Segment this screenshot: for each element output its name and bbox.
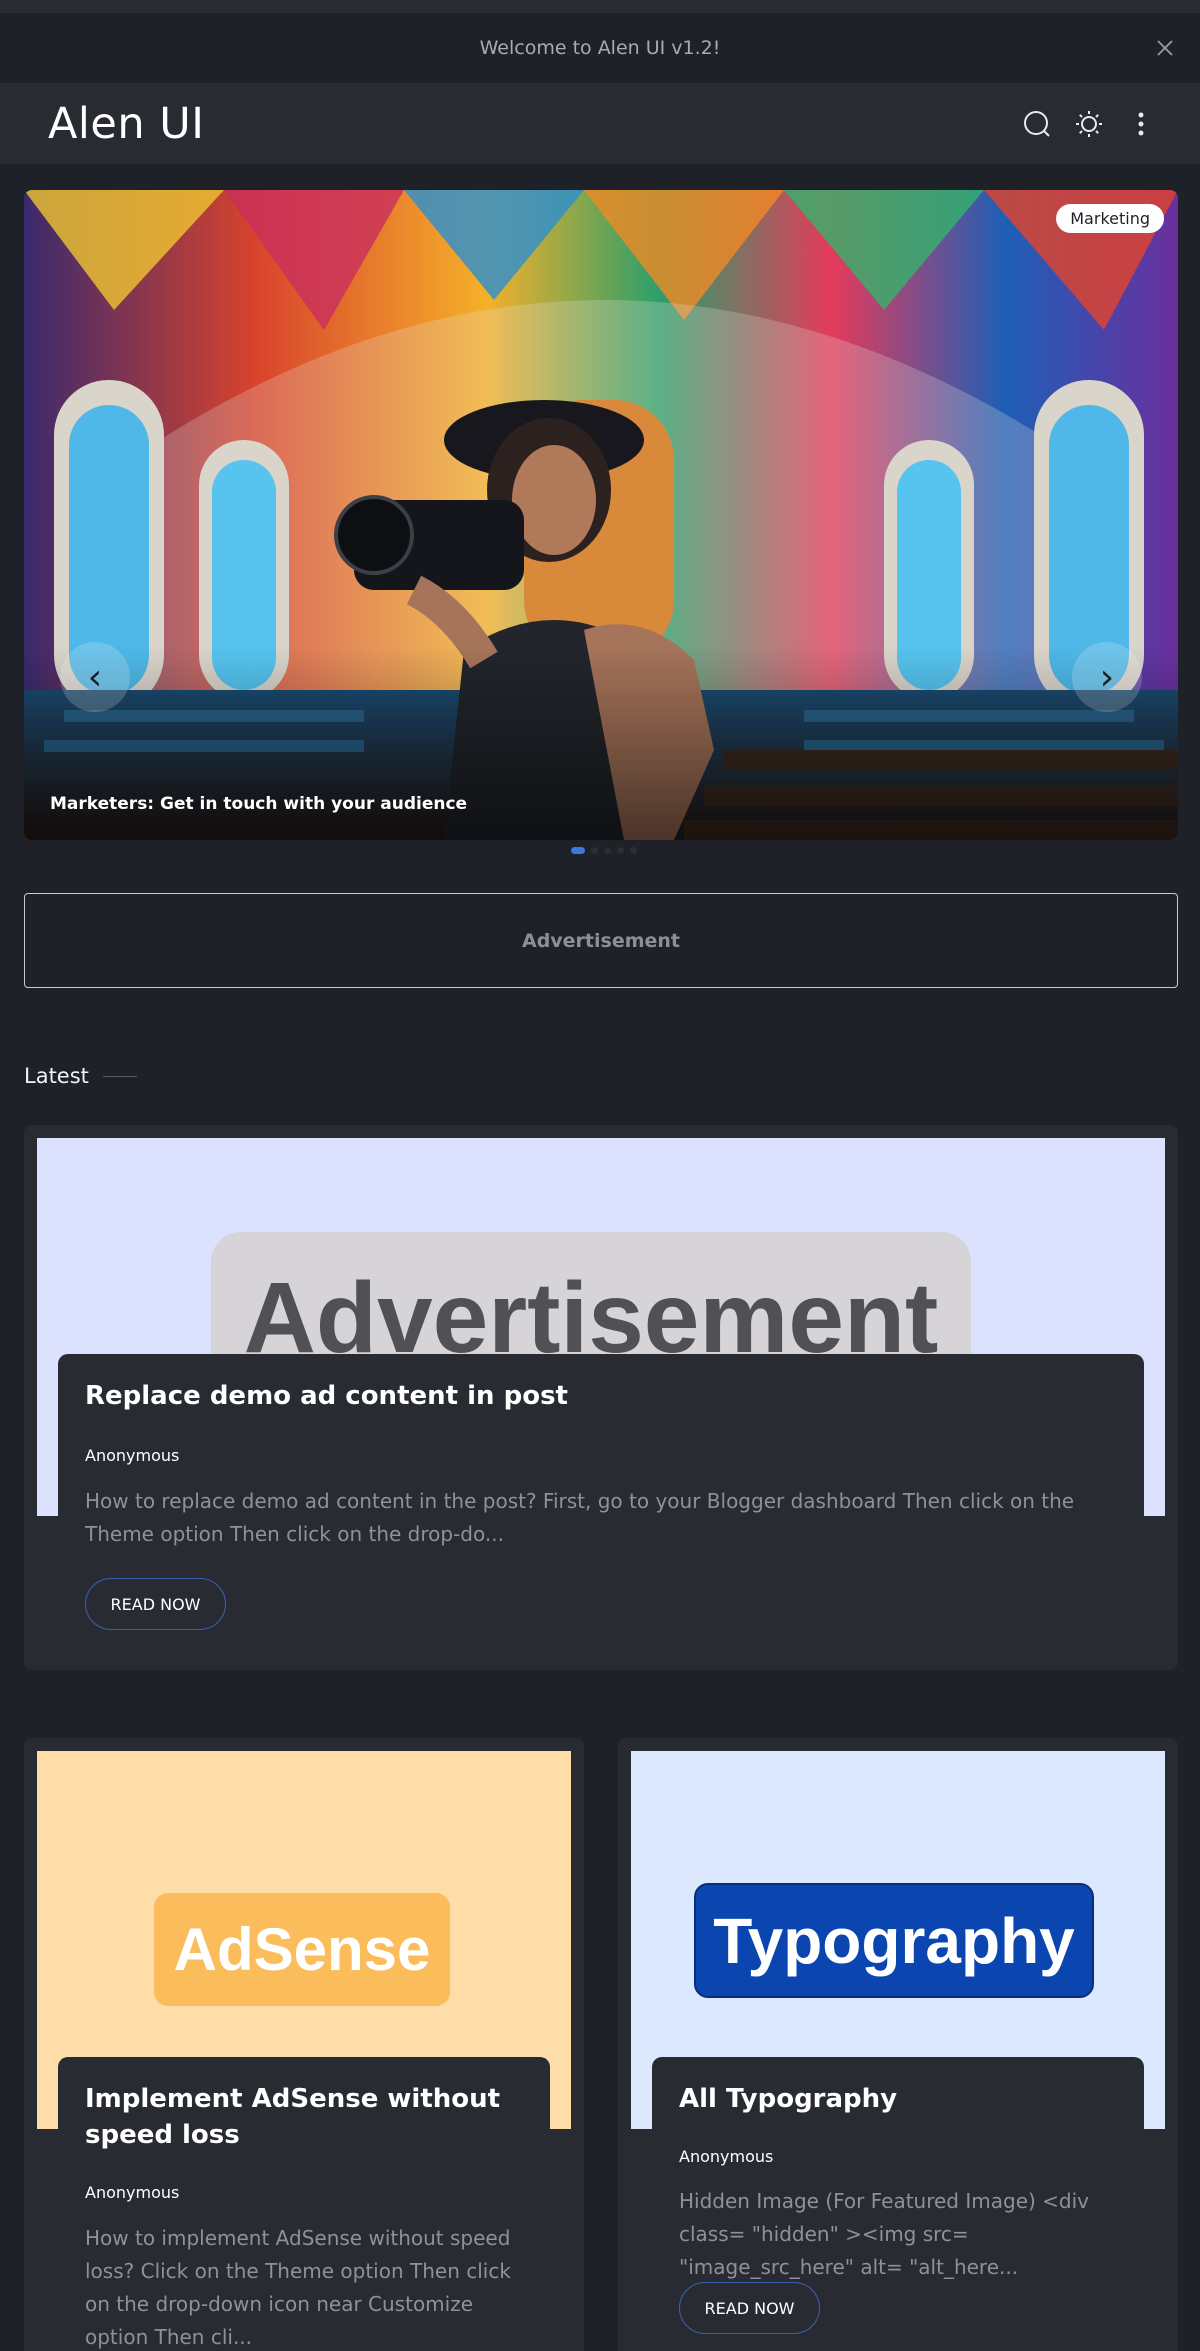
slider-dot-2[interactable] (591, 847, 598, 854)
post-title[interactable]: Implement AdSense without speed loss (85, 2081, 535, 2153)
search-icon[interactable] (1018, 103, 1056, 145)
advertisement-box: Advertisement (24, 893, 1178, 988)
hero-slider[interactable]: Marketing ‹ › Marketers: Get in touch wi… (24, 190, 1178, 840)
slider-prev-button[interactable]: ‹ (60, 642, 130, 712)
hero-image (24, 190, 1178, 840)
post-excerpt: How to replace demo ad content in the po… (85, 1489, 1075, 1546)
site-logo[interactable]: Alen UI (48, 99, 204, 149)
section-title-latest: Latest (24, 1064, 137, 1088)
thumbnail-text: Typography (713, 1904, 1075, 1977)
post-card-body: Replace demo ad content in post Anonymou… (58, 1354, 1144, 1670)
post-title[interactable]: Replace demo ad content in post (85, 1378, 568, 1414)
section-divider (102, 1075, 137, 1077)
post-title[interactable]: All Typography (679, 2081, 1129, 2117)
post-excerpt: Hidden Image (For Featured Image) <div c… (679, 2189, 1089, 2279)
slider-dot-1[interactable] (571, 847, 585, 854)
chevron-right-icon: › (1099, 656, 1115, 698)
site-header: Alen UI (0, 83, 1200, 164)
notice-text: Welcome to Alen UI v1.2! (479, 37, 721, 59)
top-strip (0, 0, 1200, 13)
read-now-button[interactable]: READ NOW (679, 2282, 820, 2334)
post-excerpt: How to implement AdSense without speed l… (85, 2226, 511, 2349)
theme-toggle-icon[interactable] (1070, 103, 1108, 145)
post-card: AdSense Implement AdSense without speed … (24, 1738, 584, 2351)
post-author[interactable]: Anonymous (85, 1446, 179, 1465)
more-menu-icon[interactable] (1122, 103, 1160, 145)
post-card-body: Implement AdSense without speed loss Ano… (58, 2057, 550, 2351)
thumbnail-text: AdSense (173, 1916, 431, 1983)
advertisement-label: Advertisement (521, 929, 681, 952)
welcome-notice: Welcome to Alen UI v1.2! (0, 13, 1200, 83)
slider-dot-4[interactable] (617, 847, 624, 854)
close-icon[interactable] (1152, 35, 1178, 61)
chevron-left-icon: ‹ (87, 656, 103, 698)
post-card-body: All Typography Anonymous Hidden Image (F… (652, 2057, 1144, 2351)
slider-dots (571, 847, 637, 854)
section-title-text: Latest (24, 1064, 89, 1088)
post-card: Typography All Typography Anonymous Hidd… (618, 1738, 1178, 2351)
post-author[interactable]: Anonymous (679, 2147, 773, 2166)
header-actions (1018, 103, 1160, 145)
post-card: Advertisement Replace demo ad content in… (24, 1125, 1178, 1670)
category-badge[interactable]: Marketing (1056, 204, 1164, 233)
slider-dot-5[interactable] (630, 847, 637, 854)
read-now-button[interactable]: READ NOW (85, 1578, 226, 1630)
slider-dot-3[interactable] (604, 847, 611, 854)
post-author[interactable]: Anonymous (85, 2183, 179, 2202)
slider-next-button[interactable]: › (1072, 642, 1142, 712)
hero-caption[interactable]: Marketers: Get in touch with your audien… (50, 794, 467, 814)
